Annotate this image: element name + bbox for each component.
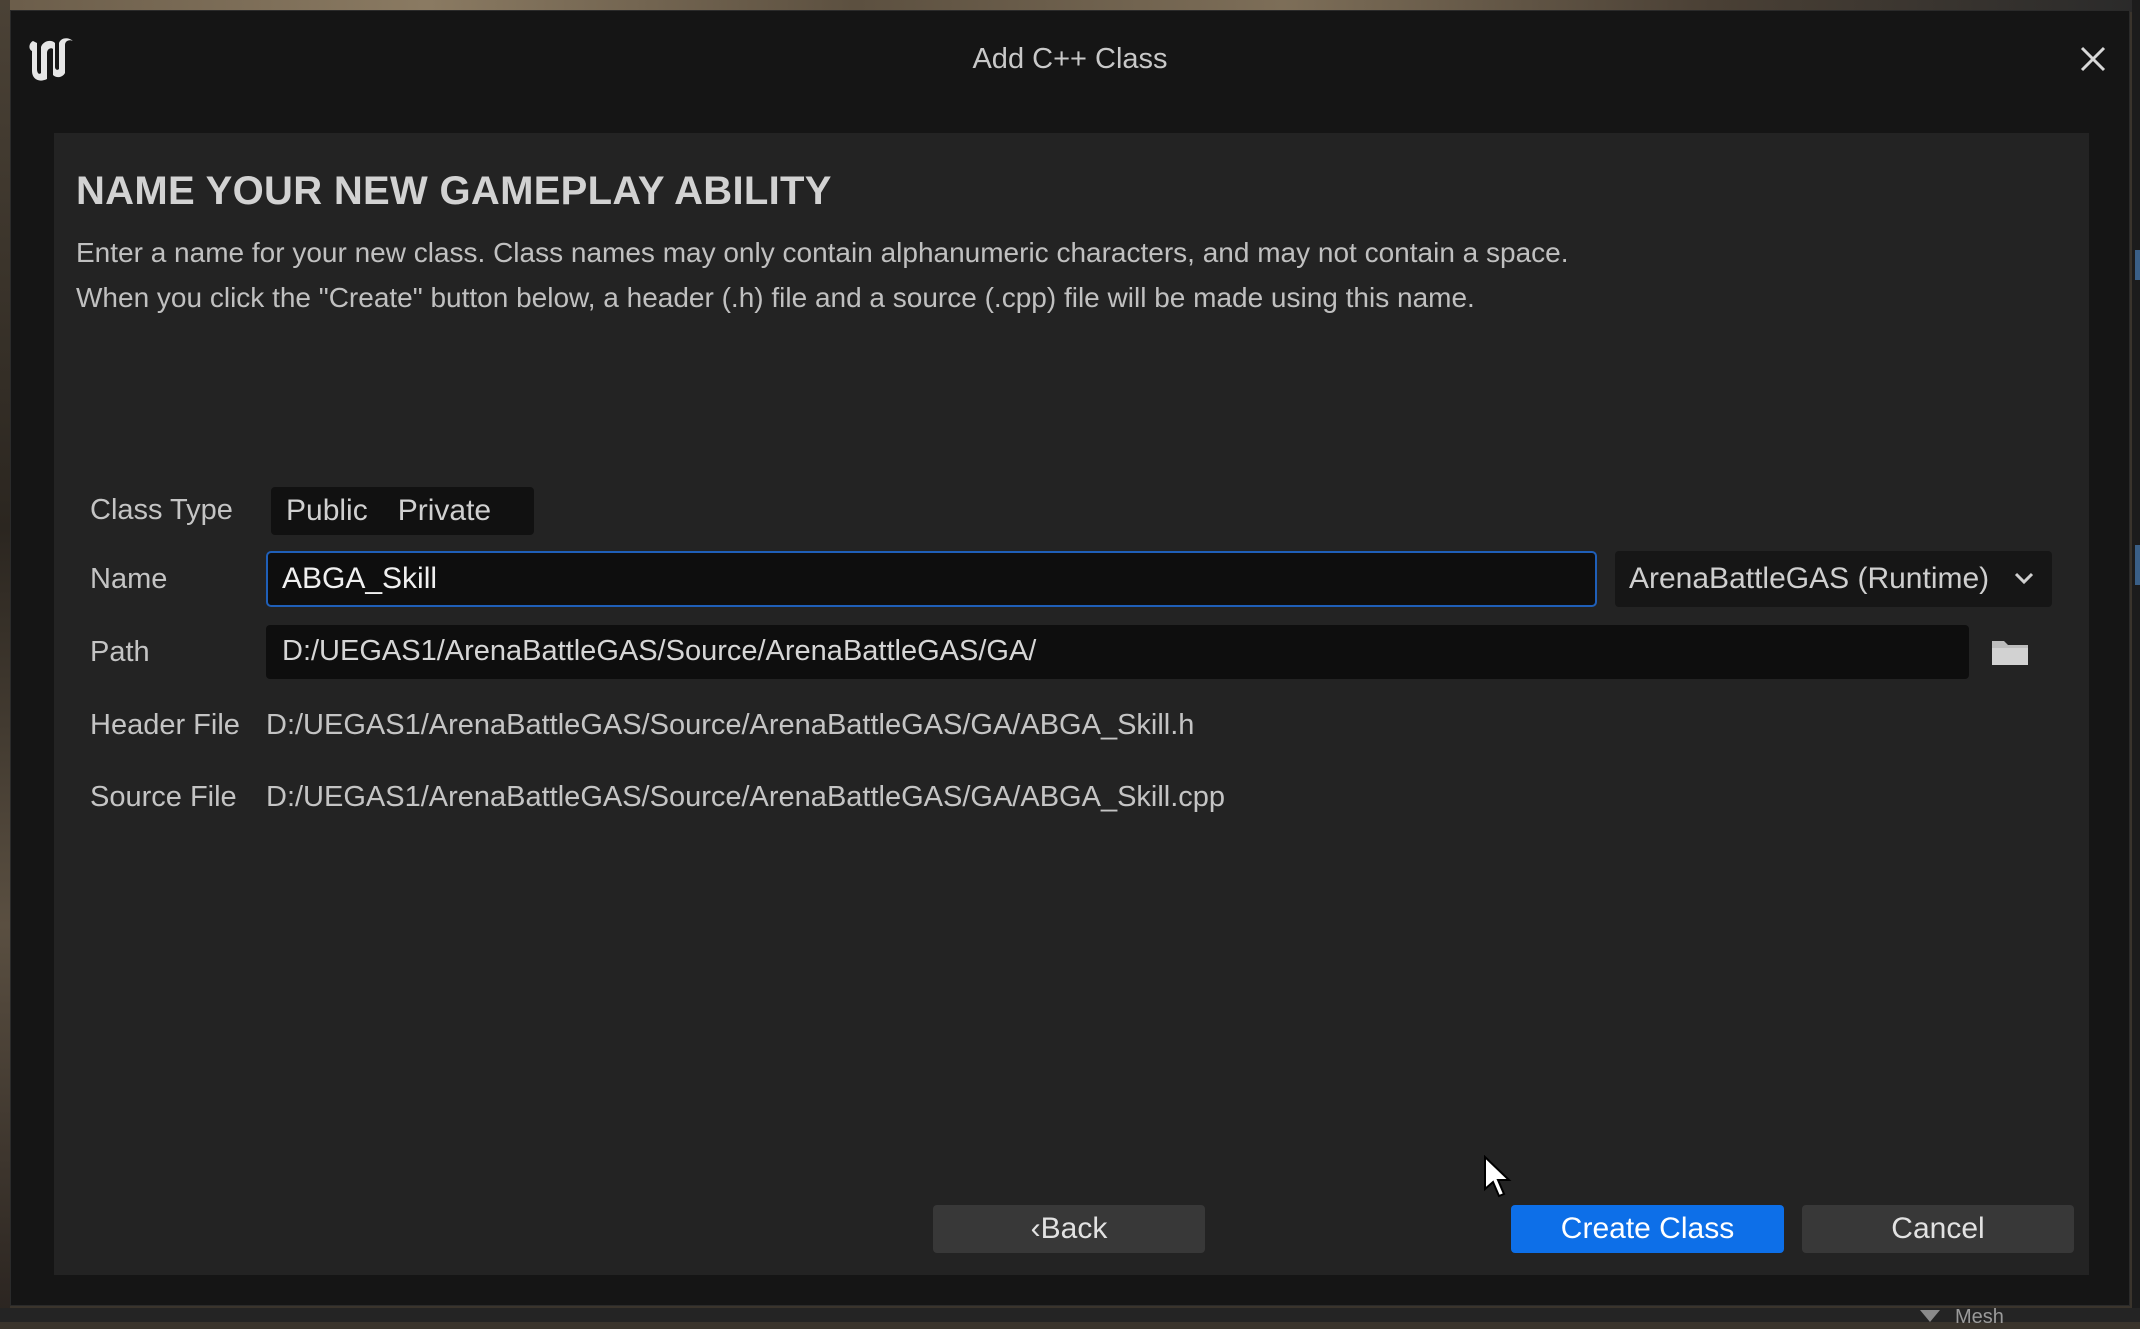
path-input[interactable]: D:/UEGAS1/ArenaBattleGAS/Source/ArenaBat…: [266, 625, 1969, 679]
background-marker: [2135, 250, 2140, 280]
module-select-value: ArenaBattleGAS (Runtime): [1629, 562, 1990, 595]
mouse-cursor-icon: [1484, 1155, 1512, 1198]
window-title: Add C++ Class: [972, 43, 1168, 75]
background-editor-panel-edge: [2132, 0, 2140, 1322]
add-cpp-class-dialog: Add C++ Class NAME YOUR NEW GAMEPLAY ABI…: [10, 10, 2130, 1306]
background-expand-arrow-icon: [1920, 1310, 1940, 1322]
class-type-toggle: Public Private: [271, 487, 534, 535]
background-viewport-edge: [0, 0, 10, 1322]
background-marker: [2135, 545, 2140, 585]
back-button[interactable]: ‹Back: [933, 1205, 1205, 1253]
name-label: Name: [90, 563, 168, 595]
header-file-label: Header File: [90, 709, 240, 741]
content-panel: NAME YOUR NEW GAMEPLAY ABILITY Enter a n…: [54, 133, 2089, 1275]
close-button[interactable]: [2069, 35, 2117, 83]
class-type-label: Class Type: [90, 494, 233, 526]
background-status-strip: [0, 1308, 2140, 1322]
module-select-dropdown[interactable]: ArenaBattleGAS (Runtime): [1615, 551, 2052, 607]
path-label: Path: [90, 636, 150, 668]
folder-icon: [1992, 641, 2028, 665]
header-file-path: D:/UEGAS1/ArenaBattleGAS/Source/ArenaBat…: [266, 709, 1195, 741]
class-name-input[interactable]: ABGA_Skill: [266, 551, 1597, 607]
class-type-private-option[interactable]: Private: [383, 487, 506, 535]
source-file-label: Source File: [90, 781, 237, 813]
browse-folder-button[interactable]: [1989, 633, 2031, 671]
class-type-public-option[interactable]: Public: [271, 487, 383, 535]
title-bar[interactable]: Add C++ Class: [11, 11, 2129, 121]
description-line-1: Enter a name for your new class. Class n…: [76, 237, 1569, 268]
source-file-path: D:/UEGAS1/ArenaBattleGAS/Source/ArenaBat…: [266, 781, 1226, 813]
description-line-2: When you click the "Create" button below…: [76, 282, 1475, 313]
page-heading: NAME YOUR NEW GAMEPLAY ABILITY: [76, 169, 832, 213]
create-class-button[interactable]: Create Class: [1511, 1205, 1784, 1253]
cancel-button[interactable]: Cancel: [1802, 1205, 2074, 1253]
background-mesh-label: Mesh: [1955, 1306, 2004, 1328]
chevron-down-icon: [2014, 572, 2034, 585]
close-icon: [2080, 46, 2106, 72]
